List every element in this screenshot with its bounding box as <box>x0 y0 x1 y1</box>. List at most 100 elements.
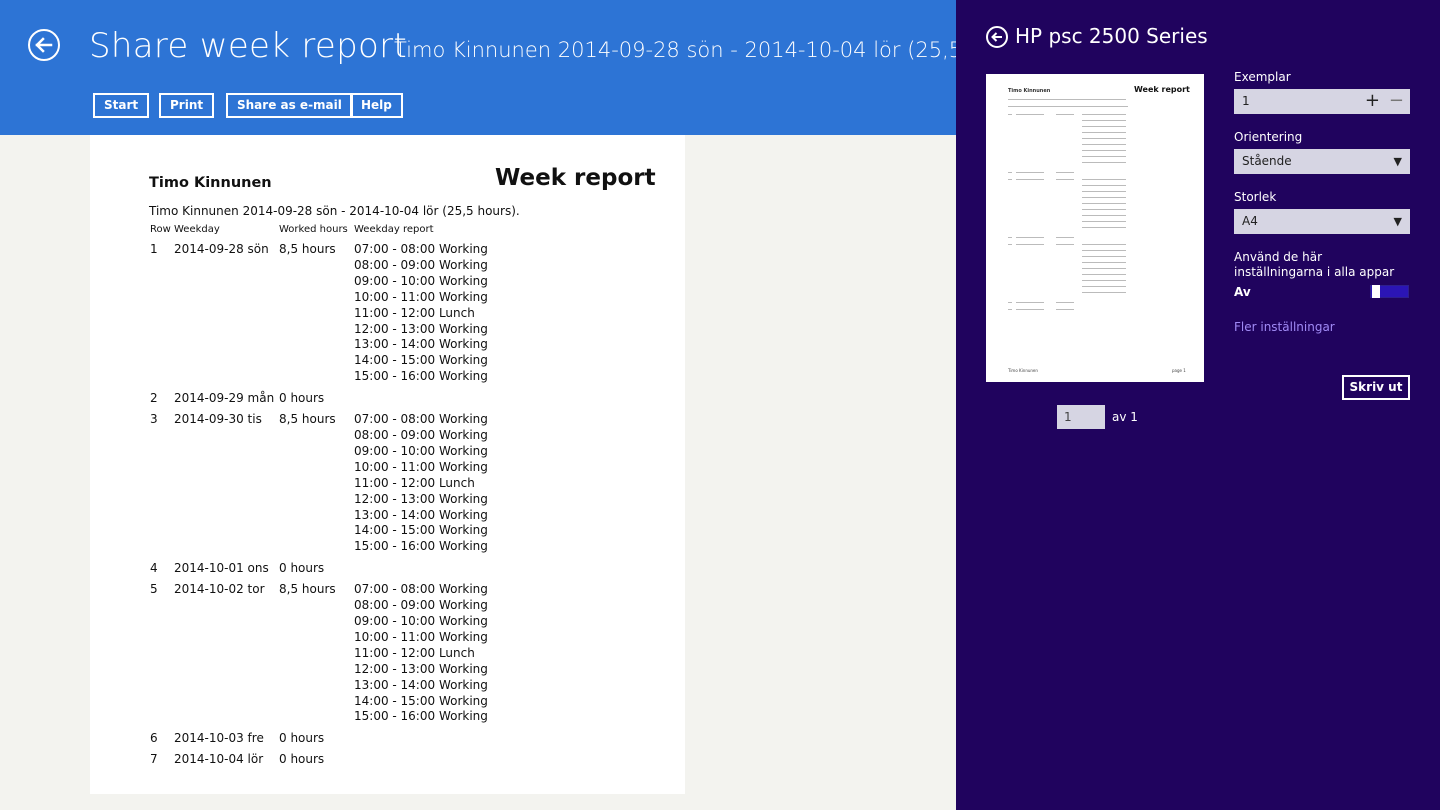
copies-label: Exemplar <box>1234 70 1291 84</box>
row-number: 5 <box>150 582 158 597</box>
row-report-entry: 12:00 - 13:00 Working <box>354 321 488 336</box>
back-arrow-icon[interactable] <box>28 29 60 61</box>
preview-row-line <box>1056 302 1074 303</box>
preview-header-line <box>1008 106 1128 107</box>
row-report-entry: 15:00 - 16:00 Working <box>354 369 488 384</box>
row-number: 3 <box>150 412 158 427</box>
preview-row-line <box>1016 172 1044 173</box>
preview-entry-line <box>1082 292 1126 293</box>
share-email-button[interactable]: Share as e-mail <box>226 93 353 118</box>
size-select[interactable]: A4 ▼ <box>1234 209 1410 234</box>
more-settings-link[interactable]: Fler inställningar <box>1234 320 1335 334</box>
row-worked-hours: 0 hours <box>279 561 325 576</box>
chevron-down-icon: ▼ <box>1393 155 1402 168</box>
preview-entry-line <box>1082 179 1126 180</box>
preview-entry-line <box>1082 268 1126 269</box>
row-worked-hours: 8,5 hours <box>279 582 336 597</box>
report-owner-name: Timo Kinnunen <box>149 175 272 191</box>
preview-summary-line <box>1008 99 1126 100</box>
preview-title: Week report <box>1134 85 1190 94</box>
copies-value: 1 <box>1242 94 1250 108</box>
row-report-entry: 12:00 - 13:00 Working <box>354 491 488 506</box>
preview-row-line <box>1008 179 1012 180</box>
row-worked-hours: 0 hours <box>279 731 325 746</box>
preview-row-line <box>1016 114 1044 115</box>
preview-row-line <box>1016 237 1044 238</box>
preview-entry-line <box>1082 244 1126 245</box>
row-report-entry: 13:00 - 14:00 Working <box>354 677 488 692</box>
preview-row-line <box>1016 179 1044 180</box>
row-worked-hours: 0 hours <box>279 752 325 767</box>
help-button[interactable]: Help <box>350 93 403 118</box>
row-report-entry: 09:00 - 10:00 Working <box>354 614 488 628</box>
preview-entry-line <box>1082 209 1126 210</box>
preview-entry-line <box>1082 197 1126 198</box>
print-panel: HP psc 2500 Series Timo Kinnunen Week re… <box>956 0 1440 810</box>
row-report-entry: 08:00 - 09:00 Working <box>354 257 488 272</box>
row-report-entry: 11:00 - 12:00 Lunch <box>354 645 475 660</box>
preview-entry-line <box>1082 250 1126 251</box>
column-header-row: Row <box>150 224 171 235</box>
back-arrow-icon[interactable] <box>986 26 1008 48</box>
preview-entry-line <box>1082 203 1126 204</box>
minus-icon[interactable]: − <box>1389 89 1404 113</box>
start-button[interactable]: Start <box>93 93 150 118</box>
row-report-entry: 14:00 - 15:00 Working <box>354 693 488 708</box>
preview-entry-line <box>1082 150 1126 151</box>
row-report-entry: 08:00 - 09:00 Working <box>354 598 488 613</box>
row-report-entry: 14:00 - 15:00 Working <box>354 353 488 368</box>
report-title: Week report <box>495 165 656 191</box>
preview-row-line <box>1008 114 1012 115</box>
preview-entry-line <box>1082 114 1126 115</box>
print-preview: Timo Kinnunen Week report Timo Kinnunen … <box>986 74 1204 382</box>
size-value: A4 <box>1242 214 1258 228</box>
preview-row-line <box>1008 237 1012 238</box>
column-header-worked-hours: Worked hours <box>279 224 348 235</box>
orientation-value: Stående <box>1242 154 1292 168</box>
preview-entry-line <box>1082 221 1126 222</box>
preview-row-line <box>1016 302 1044 303</box>
preview-entry-line <box>1082 138 1126 139</box>
app-header: Share week report Timo Kinnunen 2014-09-… <box>0 0 1036 135</box>
row-report-entry: 07:00 - 08:00 Working <box>354 582 488 597</box>
row-number: 2 <box>150 391 158 406</box>
preview-entry-line <box>1082 120 1126 121</box>
page-number-input[interactable]: 1 <box>1057 405 1105 429</box>
preview-entry-line <box>1082 126 1126 127</box>
printer-name: HP psc 2500 Series <box>1015 24 1208 48</box>
row-report-entry: 13:00 - 14:00 Working <box>354 337 488 352</box>
apply-all-toggle[interactable] <box>1370 285 1409 298</box>
row-number: 4 <box>150 561 158 576</box>
preview-entry-line <box>1082 227 1126 228</box>
row-report-entry: 09:00 - 10:00 Working <box>354 443 488 458</box>
row-report-entry: 08:00 - 09:00 Working <box>354 428 488 442</box>
chevron-down-icon: ▼ <box>1393 215 1402 228</box>
row-worked-hours: 8,5 hours <box>279 242 336 256</box>
preview-row-line <box>1056 114 1074 115</box>
apply-all-label: Använd de här inställningarna i alla app… <box>1234 250 1395 279</box>
orientation-select[interactable]: Stående ▼ <box>1234 149 1410 174</box>
row-number: 6 <box>150 731 158 746</box>
row-report-entry: 14:00 - 15:00 Working <box>354 523 488 538</box>
column-header-weekday-report: Weekday report <box>354 224 434 235</box>
row-report-entry: 11:00 - 12:00 Lunch <box>354 475 475 490</box>
toggle-knob <box>1372 285 1380 298</box>
preview-row-line <box>1016 244 1044 245</box>
preview-entry-line <box>1082 286 1126 287</box>
row-report-entry: 07:00 - 08:00 Working <box>354 242 488 256</box>
orientation-label: Orientering <box>1234 130 1303 144</box>
preview-entry-line <box>1082 132 1126 133</box>
preview-row-line <box>1008 309 1012 310</box>
size-label: Storlek <box>1234 190 1277 204</box>
print-submit-button[interactable]: Skriv ut <box>1342 375 1410 400</box>
row-worked-hours: 8,5 hours <box>279 412 336 427</box>
preview-row-line <box>1056 172 1074 173</box>
apply-all-state: Av <box>1234 285 1251 299</box>
copies-field[interactable]: 1 + − <box>1234 89 1410 114</box>
plus-icon[interactable]: + <box>1365 89 1380 113</box>
print-button[interactable]: Print <box>159 93 215 118</box>
preview-entry-line <box>1082 215 1126 216</box>
row-report-entry: 13:00 - 14:00 Working <box>354 507 488 522</box>
column-header-weekday: Weekday <box>174 224 220 235</box>
preview-entry-line <box>1082 156 1126 157</box>
